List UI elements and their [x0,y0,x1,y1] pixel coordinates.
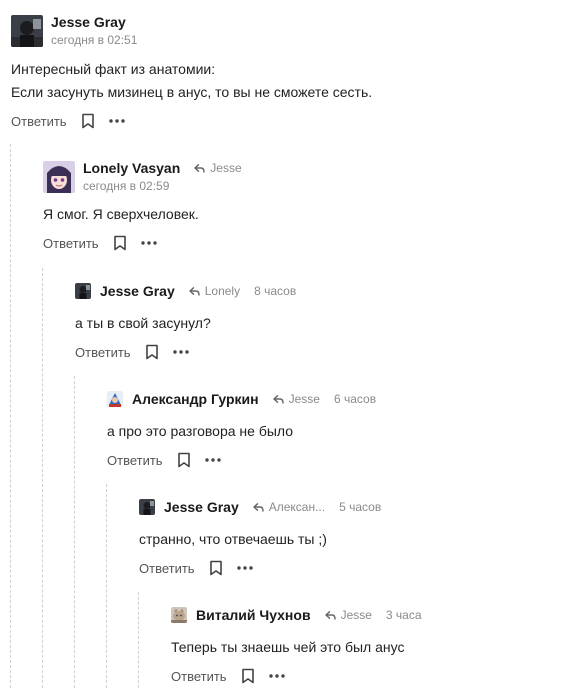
comment: Jesse Gray Lonely 8 часов а ты в свой за… [75,283,296,360]
comment: Jesse Gray Алексан... 5 часов странно, ч… [139,499,381,576]
bookmark-icon[interactable] [145,344,159,360]
reply-to-link[interactable]: Jesse [194,161,242,175]
more-icon[interactable] [268,674,285,678]
reply-button[interactable]: Ответить [107,453,163,468]
bookmark-icon[interactable] [81,113,95,129]
bookmark-icon[interactable] [209,560,223,576]
comment-text-line: Интересный факт из анатомии: [11,61,216,77]
comment-author[interactable]: Виталий Чухнов [196,607,311,623]
bookmark-icon[interactable] [241,668,255,684]
reply-to-name: Jesse [210,161,242,175]
reply-arrow-icon [189,286,200,296]
bookmark-icon[interactable] [113,235,127,251]
comment-body: Я смог. Я сверхчеловек. [43,203,242,226]
comment-time[interactable]: сегодня в 02:51 [51,33,137,47]
comment-body: Интересный факт из анатомии: Если засуну… [11,58,372,104]
comment-text-line: Если засунуть мизинец в анус, то вы не с… [11,84,373,100]
reply-button[interactable]: Ответить [171,669,227,684]
thread-line [42,268,43,688]
comment-time[interactable]: 3 часа [386,608,422,622]
comment-time[interactable]: 6 часов [334,392,376,406]
cat-photo-avatar-icon [171,607,187,623]
reply-to-name: Lonely [204,284,241,298]
reply-to-link[interactable]: Jesse [272,392,320,406]
reply-to-link[interactable]: Lonely [189,284,240,298]
dark-character-avatar-icon [75,283,91,299]
reply-arrow-icon [272,394,284,404]
reply-to-link[interactable]: Jesse [324,608,372,622]
user-avatar[interactable] [43,160,75,193]
blue-character-avatar-icon [107,391,123,407]
bookmark-icon[interactable] [177,452,191,468]
comment-time[interactable]: 5 часов [339,500,381,514]
comment-text-line: а про это разговора не было [107,423,294,439]
thread-line [138,592,139,688]
comment-body: Теперь ты знаешь чей это был анус [171,636,422,659]
comment-text-line: странно, что отвечаешь ты ;) [139,531,327,547]
reply-to-link[interactable]: Алексан... [253,500,325,514]
comment-body: а про это разговора не было [107,420,376,443]
reply-button[interactable]: Ответить [11,114,67,129]
anime-girl-avatar-icon [43,160,75,193]
user-avatar[interactable] [75,283,91,299]
user-avatar[interactable] [11,14,43,47]
more-icon[interactable] [236,566,253,570]
comment-author[interactable]: Lonely Vasyan [83,160,180,176]
reply-to-name: Jesse [288,392,320,406]
reply-to-name: Jesse [340,608,372,622]
comment-text-line: Теперь ты знаешь чей это был анус [171,639,405,655]
more-icon[interactable] [108,119,125,123]
reply-arrow-icon [194,163,205,173]
user-avatar[interactable] [107,391,123,407]
reply-arrow-icon [324,610,336,620]
reply-button[interactable]: Ответить [139,561,195,576]
more-icon[interactable] [204,458,221,462]
dark-character-avatar-icon [139,499,155,515]
comment: Александр Гуркин Jesse 6 часов а про это… [107,391,376,468]
comment: Виталий Чухнов Jesse 3 часа Теперь ты зн… [171,607,422,684]
comment-time[interactable]: 8 часов [254,284,296,298]
comment-author[interactable]: Jesse Gray [51,14,137,30]
comment-author[interactable]: Jesse Gray [164,499,239,515]
reply-to-name: Алексан... [268,500,326,514]
comment-text-line: а ты в свой засунул? [75,315,211,331]
user-avatar[interactable] [139,499,155,515]
thread-line [106,484,107,688]
comment: Jesse Gray сегодня в 02:51 Интересный фа… [11,14,372,129]
reply-button[interactable]: Ответить [43,236,99,251]
reply-button[interactable]: Ответить [75,345,131,360]
comment-author[interactable]: Jesse Gray [100,283,175,299]
comment: Lonely Vasyan Jesse сегодня в 02:59 Я см… [43,160,242,251]
comment-text-line: Я смог. Я сверхчеловек. [43,206,199,222]
comment-body: странно, что отвечаешь ты ;) [139,528,381,551]
more-icon[interactable] [172,350,189,354]
more-icon[interactable] [140,241,157,245]
comment-time[interactable]: сегодня в 02:59 [83,179,242,193]
thread-line [10,144,11,688]
reply-arrow-icon [253,502,264,512]
dark-character-avatar-icon [11,14,43,47]
comment-body: а ты в свой засунул? [75,312,296,335]
user-avatar[interactable] [171,607,187,623]
thread-line [74,376,75,688]
comment-author[interactable]: Александр Гуркин [132,391,259,407]
